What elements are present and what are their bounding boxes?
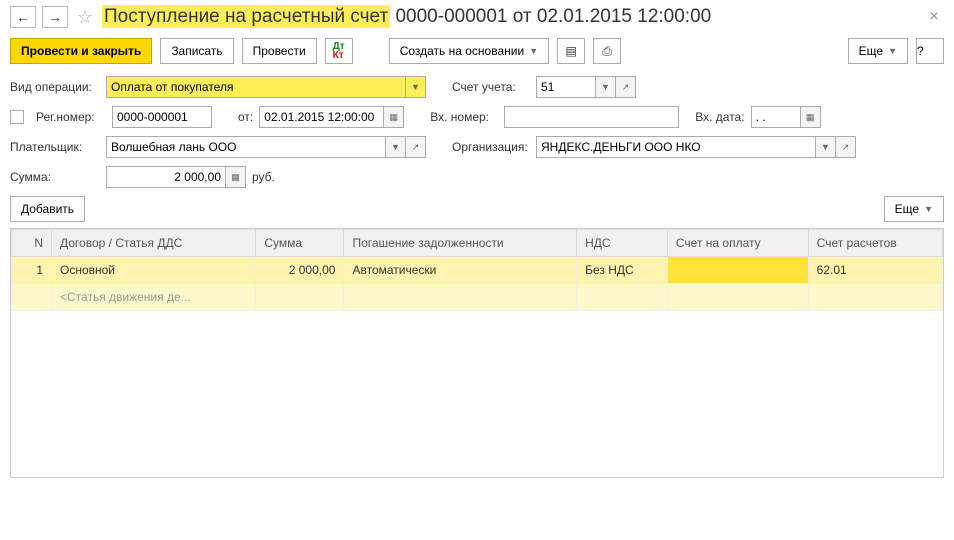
details-grid[interactable]: N Договор / Статья ДДС Сумма Погашение з… xyxy=(10,228,944,478)
operation-type-input[interactable] xyxy=(106,76,406,98)
grid-more-button[interactable]: Еще▼ xyxy=(884,196,944,222)
table-subrow[interactable]: <Статья движения де... xyxy=(12,284,943,311)
currency-label: руб. xyxy=(252,170,275,184)
col-settle[interactable]: Счет расчетов xyxy=(808,230,942,257)
chevron-down-icon[interactable]: ▼ xyxy=(816,136,836,158)
favorite-star-icon[interactable]: ☆ xyxy=(74,6,96,28)
chevron-down-icon: ▼ xyxy=(924,204,933,214)
account-label: Счет учета: xyxy=(452,80,530,94)
post-button[interactable]: Провести xyxy=(242,38,317,64)
date-input[interactable] xyxy=(259,106,384,128)
sum-input[interactable] xyxy=(106,166,226,188)
in-date-input[interactable] xyxy=(751,106,801,128)
org-input[interactable] xyxy=(536,136,816,158)
in-num-label: Вх. номер: xyxy=(430,110,498,124)
create-based-button[interactable]: Создать на основании▼ xyxy=(389,38,549,64)
chevron-down-icon[interactable]: ▼ xyxy=(596,76,616,98)
col-n[interactable]: N xyxy=(12,230,52,257)
regnum-label: Рег.номер: xyxy=(36,110,106,124)
calendar-icon[interactable]: ▦ xyxy=(384,106,404,128)
open-icon[interactable]: ↗ xyxy=(406,136,426,158)
page-title-rest: 0000-000001 от 02.01.2015 12:00:00 xyxy=(390,6,711,27)
account-input[interactable] xyxy=(536,76,596,98)
open-icon[interactable]: ↗ xyxy=(616,76,636,98)
col-invoice[interactable]: Счет на оплату xyxy=(667,230,808,257)
open-icon[interactable]: ↗ xyxy=(836,136,856,158)
post-and-close-button[interactable]: Провести и закрыть xyxy=(10,38,152,64)
nav-back-button[interactable]: ← xyxy=(10,6,36,28)
chevron-down-icon[interactable]: ▼ xyxy=(406,76,426,98)
col-repay[interactable]: Погашение задолженности xyxy=(344,230,577,257)
payer-input[interactable] xyxy=(106,136,386,158)
col-contract[interactable]: Договор / Статья ДДС xyxy=(52,230,256,257)
in-date-label: Вх. дата: xyxy=(695,110,744,124)
help-button[interactable]: ? xyxy=(916,38,944,64)
chevron-down-icon: ▼ xyxy=(529,46,538,56)
add-row-button[interactable]: Добавить xyxy=(10,196,85,222)
page-title-highlight: Поступление на расчетный счет xyxy=(102,5,390,28)
org-label: Организация: xyxy=(452,140,530,154)
save-button[interactable]: Записать xyxy=(160,38,233,64)
operation-type-label: Вид операции: xyxy=(10,80,100,94)
chevron-down-icon: ▼ xyxy=(888,46,897,56)
payer-label: Плательщик: xyxy=(10,140,100,154)
col-vat[interactable]: НДС xyxy=(577,230,668,257)
regnum-input[interactable] xyxy=(112,106,212,128)
in-num-input[interactable] xyxy=(504,106,679,128)
close-icon[interactable]: × xyxy=(924,8,944,26)
sum-label: Сумма: xyxy=(10,170,100,184)
attach-icon[interactable]: ⎙ xyxy=(593,38,621,64)
dtkt-button[interactable]: ДтКт xyxy=(325,38,353,64)
from-label: от: xyxy=(238,110,253,124)
page-title: Поступление на расчетный счет 0000-00000… xyxy=(102,6,711,28)
table-row[interactable]: 1 Основной 2 000,00 Автоматически Без НД… xyxy=(12,257,943,284)
calculator-icon[interactable]: ▦ xyxy=(226,166,246,188)
chevron-down-icon[interactable]: ▼ xyxy=(386,136,406,158)
report-icon[interactable]: ▤ xyxy=(557,38,585,64)
doc-icon xyxy=(10,110,24,124)
calendar-icon[interactable]: ▦ xyxy=(801,106,821,128)
nav-forward-button[interactable]: → xyxy=(42,6,68,28)
col-sum[interactable]: Сумма xyxy=(256,230,344,257)
more-button[interactable]: Еще▼ xyxy=(848,38,908,64)
